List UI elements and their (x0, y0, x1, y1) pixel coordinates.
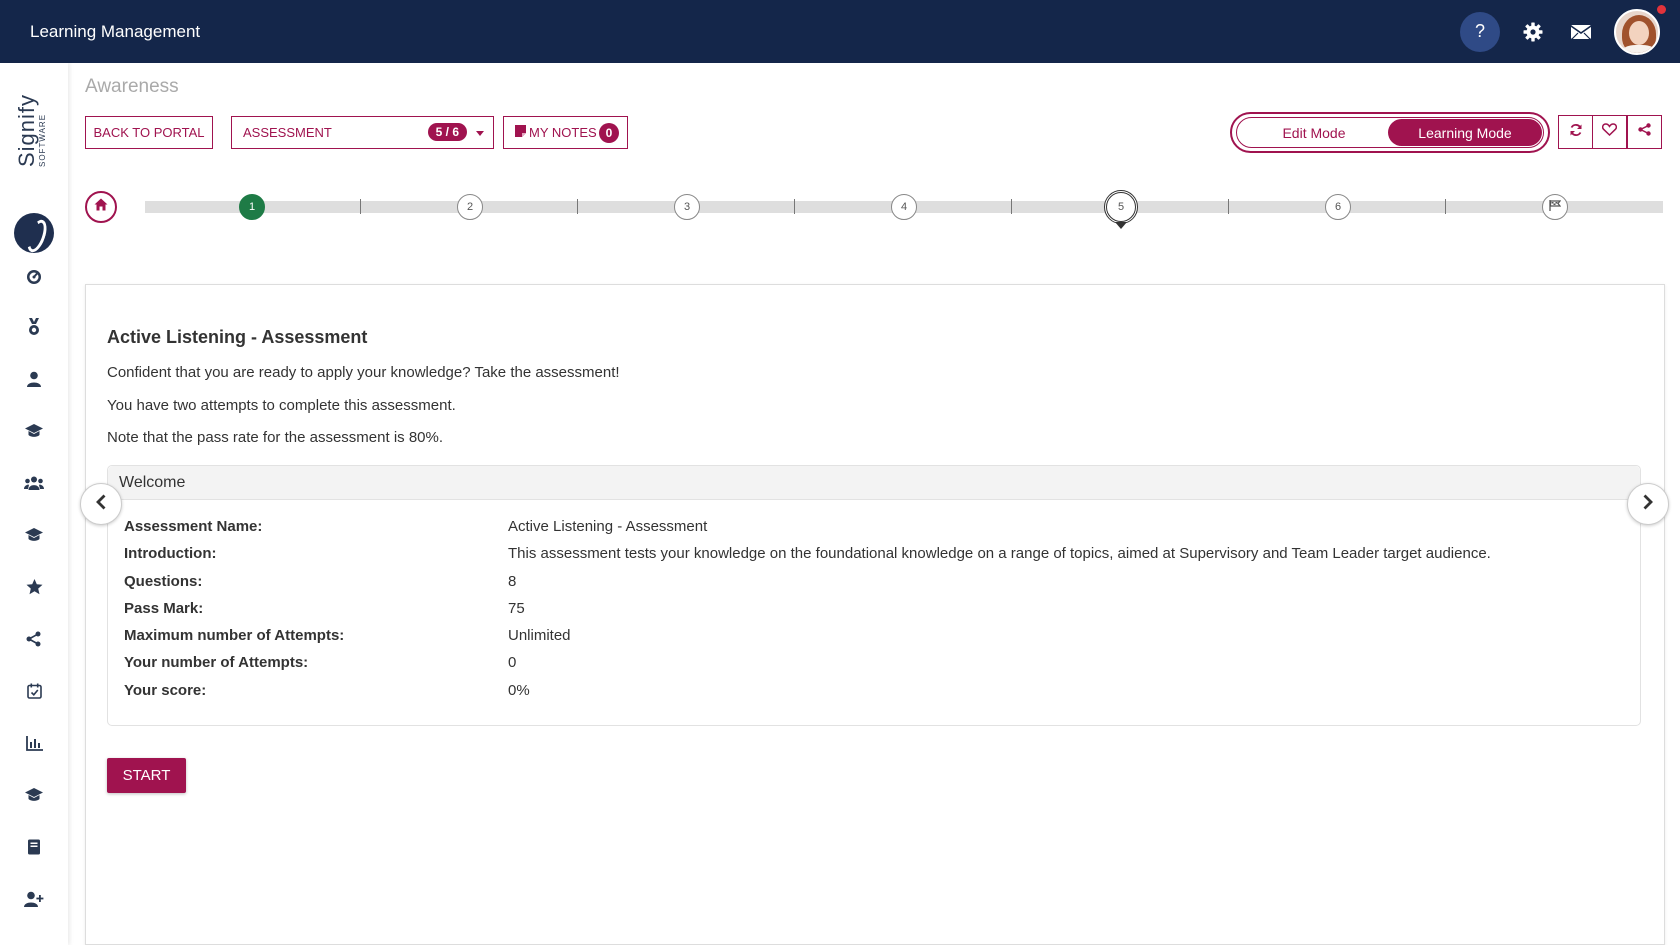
app-title: Learning Management (30, 21, 201, 41)
learning-mode-button[interactable]: Learning Mode (1388, 119, 1542, 146)
my-notes-label: MY NOTES (529, 125, 597, 140)
assessment-label: ASSESSMENT (243, 125, 332, 140)
share-nodes-icon[interactable] (22, 627, 46, 651)
info-value: 0 (508, 654, 517, 671)
signify-logo: Signify SOFTWARE (10, 93, 60, 253)
info-label: Your number of Attempts: (124, 654, 309, 671)
avatar[interactable] (1614, 8, 1660, 55)
welcome-panel: Welcome (107, 465, 1641, 726)
logo-mark-icon (14, 213, 54, 253)
stepper-home-button[interactable] (85, 191, 117, 223)
dashboard-icon[interactable] (22, 265, 46, 289)
graduation-cap-icon[interactable] (22, 783, 46, 807)
top-bar-actions: ? (1460, 0, 1660, 63)
chevron-right-icon (1642, 494, 1654, 515)
info-label: Maximum number of Attempts: (124, 627, 345, 644)
step-5[interactable]: 5 (1104, 190, 1138, 224)
flag-icon (1549, 200, 1562, 214)
stepper-tick (794, 199, 795, 214)
badge-icon[interactable] (22, 315, 46, 339)
page-title: Awareness (85, 76, 179, 97)
step-2[interactable]: 2 (457, 194, 483, 220)
refresh-icon (1569, 123, 1583, 142)
back-to-portal-button[interactable]: BACK TO PORTAL (85, 116, 213, 149)
step-4[interactable]: 4 (891, 194, 917, 220)
assessment-title: Active Listening - Assessment (107, 327, 368, 347)
help-button[interactable]: ? (1460, 11, 1500, 52)
stepper-tick (1445, 199, 1446, 214)
start-button[interactable]: START (107, 758, 186, 793)
current-step-pointer (1115, 222, 1127, 229)
graduation-cap-icon[interactable] (22, 523, 46, 547)
back-to-portal-label: BACK TO PORTAL (93, 125, 205, 140)
info-value: Active Listening - Assessment (508, 518, 708, 535)
gear-icon[interactable] (1518, 17, 1548, 47)
info-label: Questions: (124, 573, 203, 590)
mode-toggle: Edit Mode Learning Mode (1230, 112, 1550, 153)
info-value: 8 (508, 573, 517, 590)
user-icon[interactable] (22, 367, 46, 391)
heart-icon (1601, 123, 1618, 141)
stepper-tick (1011, 199, 1012, 214)
stepper-tick (1228, 199, 1229, 214)
step-1[interactable]: 1 (239, 194, 265, 220)
group-icon[interactable] (22, 471, 46, 495)
intro-line: You have two attempts to complete this a… (107, 397, 456, 414)
star-icon[interactable] (22, 575, 46, 599)
bar-chart-icon[interactable] (22, 731, 46, 755)
mail-icon[interactable] (1566, 17, 1596, 47)
assessment-progress-badge: 5 / 6 (427, 123, 467, 141)
info-label: Pass Mark: (124, 600, 204, 617)
share-button[interactable] (1627, 115, 1662, 149)
info-value: Unlimited (508, 627, 571, 644)
notification-dot (1657, 5, 1666, 14)
chevron-down-icon (476, 131, 484, 136)
intro-line: Confident that you are ready to apply yo… (107, 364, 620, 381)
sidebar: Signify SOFTWARE (0, 63, 68, 945)
welcome-header: Welcome (108, 466, 1640, 500)
refresh-button[interactable] (1558, 115, 1593, 149)
calendar-check-icon[interactable] (22, 679, 46, 703)
share-icon (1638, 123, 1651, 141)
user-plus-icon[interactable] (22, 887, 46, 911)
intro-line: Note that the pass rate for the assessme… (107, 429, 444, 446)
stepper-tick (577, 199, 578, 214)
step-6[interactable]: 6 (1325, 194, 1351, 220)
home-icon (94, 198, 108, 216)
info-label: Assessment Name: (124, 518, 263, 535)
logo-word: Signify (14, 93, 39, 167)
next-button[interactable] (1627, 483, 1669, 525)
notes-count-badge: 0 (599, 123, 619, 143)
book-icon[interactable] (22, 835, 46, 859)
info-value: 0% (508, 682, 530, 699)
top-bar: Learning Management ? (0, 0, 1680, 63)
info-value: 75 (508, 600, 525, 617)
assessment-dropdown[interactable]: ASSESSMENT 5 / 6 (231, 116, 494, 149)
step-3[interactable]: 3 (674, 194, 700, 220)
edit-mode-button[interactable]: Edit Mode (1237, 118, 1391, 147)
favorite-button[interactable] (1592, 115, 1627, 149)
graduation-cap-icon[interactable] (22, 419, 46, 443)
chevron-left-icon (95, 494, 107, 515)
info-value: This assessment tests your knowledge on … (508, 545, 1491, 562)
logo-sub: SOFTWARE (38, 113, 47, 167)
info-label: Your score: (124, 682, 207, 699)
stepper-tick (360, 199, 361, 214)
note-icon (515, 125, 526, 140)
my-notes-button[interactable]: MY NOTES 0 (503, 116, 628, 149)
previous-button[interactable] (80, 483, 122, 525)
step-finish[interactable] (1542, 194, 1568, 220)
info-label: Introduction: (124, 545, 217, 562)
